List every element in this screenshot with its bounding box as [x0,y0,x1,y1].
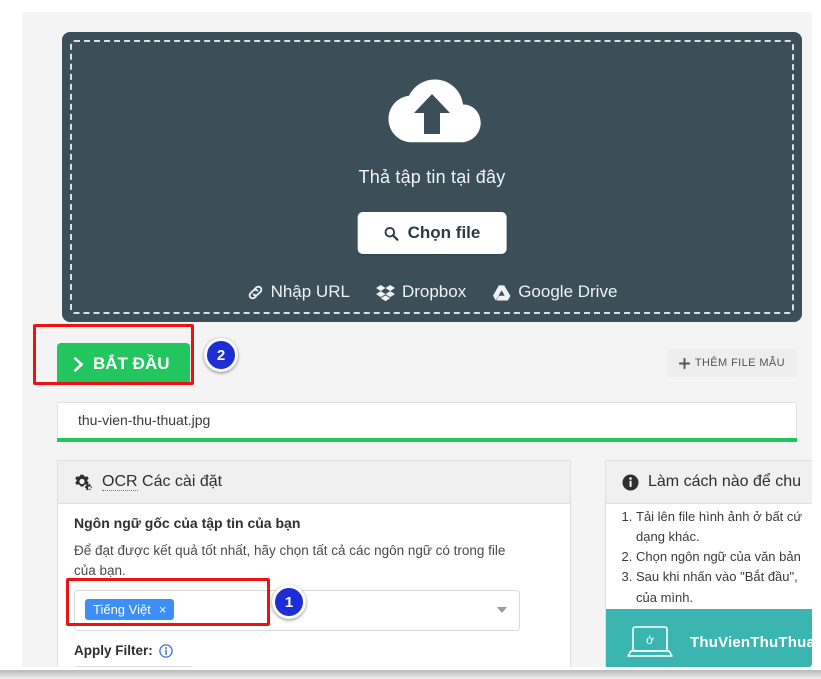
step-text: Chọn ngôn ngữ của văn bản [636,549,801,565]
choose-file-label: Chọn file [407,223,481,242]
apply-filter-label: Apply Filter: [74,643,173,658]
dropzone-caption: Thả tập tin tại đây [358,167,506,187]
ocr-settings-title: OCR Các cài đặt [102,473,222,491]
chevron-down-icon[interactable] [497,607,507,613]
annotation-badge-1: 1 [272,585,306,619]
laptop-icon: ớ [627,625,673,657]
step-text: Sau khi nhấn vào "Bắt đầu", [636,569,798,585]
ocr-abbr: OCR [102,473,138,491]
how-to-panel: Làm cách nào để chu Tải lên file hình ản… [605,460,812,667]
annotation-box-language-select [66,578,270,626]
list-item: Sau khi nhấn vào "Bắt đầu", của mình. [636,567,812,607]
step-text-cont: dạng khác. [636,529,700,545]
bottom-edge-shadow [0,670,821,679]
source-drive-label: Google Drive [518,282,618,301]
dropbox-icon [375,284,395,301]
add-sample-file-button[interactable]: THÊM FILE MẪU [666,349,797,377]
source-url-label: Nhập URL [270,282,350,301]
dropzone-sources: Nhập URL Dropbox Google Drive [62,282,802,302]
file-name: thu-vien-thu-thuat.jpg [78,412,211,428]
list-item: Tải lên file hình ảnh ở bất cứ dạng khác… [636,507,812,547]
step-text: Tải lên file hình ảnh ở bất cứ [636,509,803,524]
watermark-banner: ớ ThuVienThuThuat [606,609,812,667]
add-sample-file-label: THÊM FILE MẪU [694,357,785,369]
apply-filter-control[interactable] [74,666,194,667]
annotation-box-start-button [33,324,194,385]
language-section-description: Để đạt được kết quả tốt nhất, hãy chọn t… [74,543,506,579]
info-circle-icon [622,473,639,491]
how-to-title: Làm cách nào để chu [648,473,801,490]
gears-icon [75,474,92,490]
step-text-cont: của mình. [636,589,694,605]
watermark-text: ThuVienThuThuat [690,634,812,651]
cloud-upload-icon [388,79,481,143]
ocr-settings-panel: OCR Các cài đặt Ngôn ngữ gốc của tập tin… [57,460,571,667]
how-to-header: Làm cách nào để chu [606,461,812,504]
annotation-badge-2: 2 [204,338,238,372]
search-icon [384,226,399,241]
language-section-title: Ngôn ngữ gốc của tập tin của bạn [74,515,301,531]
plus-icon [678,357,690,369]
upload-progress-bar [57,438,797,442]
uploaded-file-row[interactable]: thu-vien-thu-thuat.jpg [57,402,797,439]
link-icon [248,285,262,299]
app-screenshot: Thả tập tin tại đây Chọn file Nhập URL D… [0,0,821,679]
list-item: Chọn ngôn ngữ của văn bản [636,547,812,567]
info-circle-icon[interactable] [159,643,173,658]
file-dropzone[interactable]: Thả tập tin tại đây Chọn file Nhập URL D… [62,32,802,322]
source-dropbox[interactable]: Dropbox [375,282,467,302]
svg-text:ớ: ớ [646,633,654,647]
apply-filter-text: Apply Filter: [74,643,153,658]
source-url[interactable]: Nhập URL [247,282,350,302]
source-google-drive[interactable]: Google Drive [492,282,617,302]
how-to-steps: Tải lên file hình ảnh ở bất cứ dạng khác… [614,507,812,608]
source-dropbox-label: Dropbox [401,282,467,301]
ocr-settings-title-rest: Các cài đặt [142,473,223,490]
google-drive-icon [493,284,511,301]
ocr-settings-header: OCR Các cài đặt [58,461,570,504]
choose-file-button[interactable]: Chọn file [357,212,507,254]
